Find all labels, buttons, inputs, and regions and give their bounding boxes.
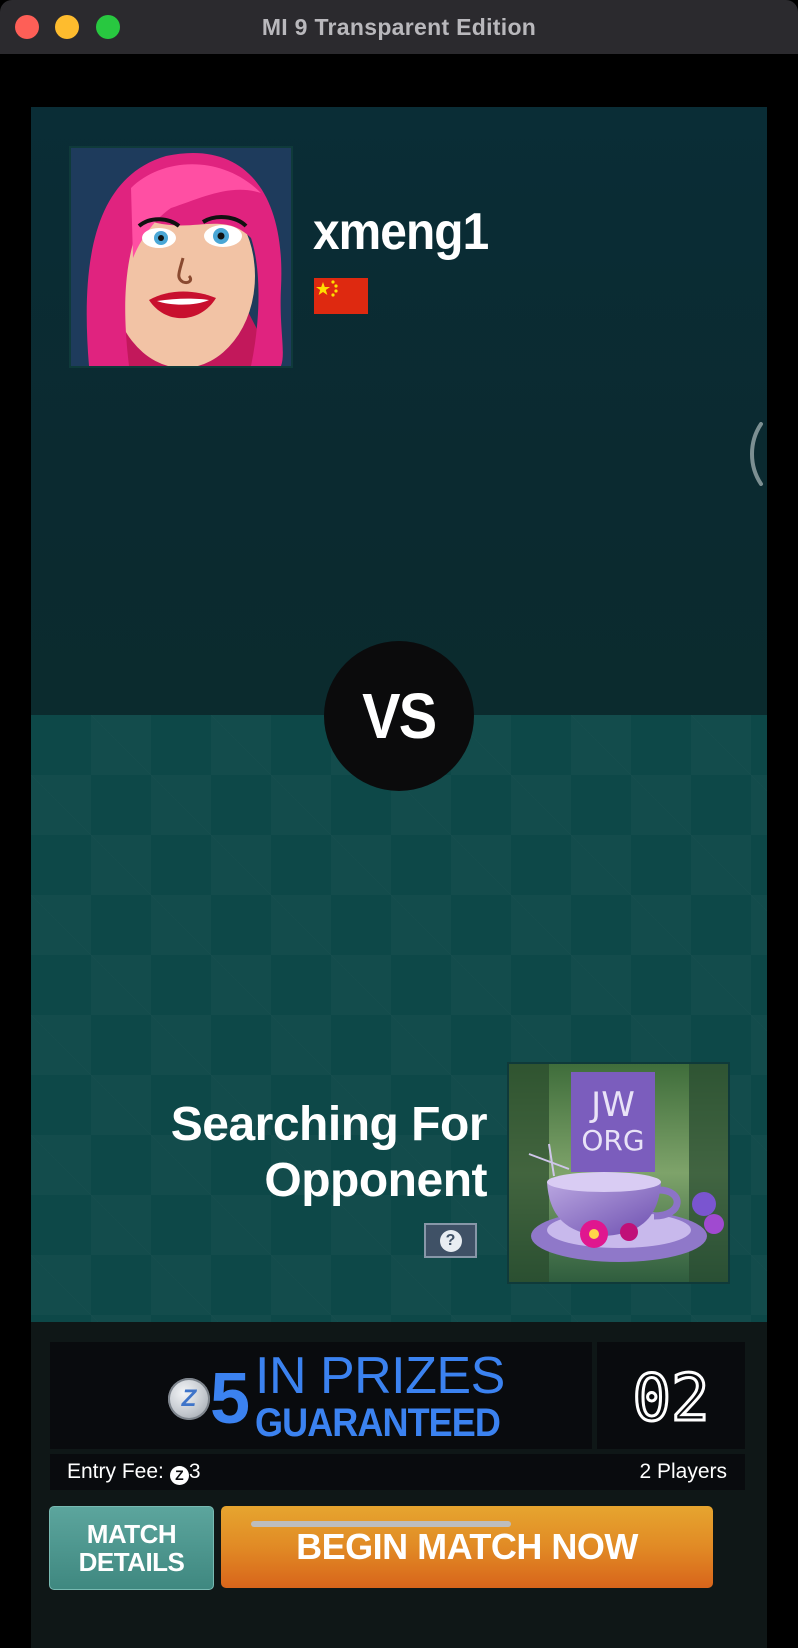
- home-indicator[interactable]: [251, 1521, 511, 1527]
- china-flag-icon: [314, 278, 368, 314]
- window-title: MI 9 Transparent Edition: [261, 14, 537, 40]
- player2-avatar: JW ORG: [507, 1062, 730, 1284]
- prize-banner: Z 5 IN PRIZES GUARANTEED: [50, 1342, 592, 1449]
- players-count: 2 Players: [639, 1460, 727, 1483]
- prize-guarantee: GUARANTEED: [255, 1401, 501, 1445]
- window-titlebar: MI 9 Transparent Edition: [0, 0, 798, 54]
- scroll-edge-indicator: [750, 422, 763, 486]
- entry-fee-bar: Entry Fee: Z 3 2 Players: [50, 1454, 745, 1490]
- player1-avatar: [69, 146, 293, 368]
- begin-match-button[interactable]: BEGIN MATCH NOW: [221, 1506, 713, 1588]
- player-counter: 02: [631, 1361, 711, 1438]
- versus-badge: VS: [324, 641, 474, 791]
- z-coin-icon: Z: [168, 1378, 210, 1420]
- match-details-label-2: DETAILS: [78, 1547, 185, 1577]
- player1-username: xmeng1: [313, 203, 489, 261]
- searching-status: Searching For Opponent: [127, 1097, 488, 1209]
- entry-fee-amount: 3: [188, 1460, 201, 1483]
- match-details-button[interactable]: MATCH DETAILS: [49, 1506, 214, 1590]
- match-footer: Z 5 IN PRIZES GUARANTEED 02 Entry Fee: Z 3…: [31, 1322, 767, 1648]
- prize-label: IN PRIZES: [255, 1347, 505, 1405]
- prize-amount: 5: [210, 1359, 251, 1439]
- cartoon-woman-avatar-icon: [71, 148, 291, 366]
- entry-fee: Entry Fee: Z 3: [67, 1454, 201, 1490]
- avatar-text-org: ORG: [581, 1124, 644, 1157]
- searching-status-line1: Searching For: [170, 1098, 488, 1151]
- svg-text:02: 02: [632, 1362, 709, 1436]
- question-icon: ?: [439, 1229, 462, 1252]
- teacup-avatar-icon: JW ORG: [509, 1064, 728, 1282]
- phone-screen: xmeng1 VS Searching For Opponent ? JW OR…: [31, 107, 767, 1648]
- match-details-label-1: MATCH: [86, 1519, 177, 1549]
- avatar-text-jw: JW: [589, 1085, 635, 1125]
- z-coin-small-icon: Z: [169, 1466, 189, 1485]
- entry-fee-label: Entry Fee:: [67, 1460, 164, 1483]
- searching-status-line2: Opponent: [264, 1154, 487, 1207]
- versus-label: VS: [362, 680, 437, 752]
- player-counter-box: 02: [597, 1342, 745, 1449]
- help-button[interactable]: ?: [424, 1223, 477, 1258]
